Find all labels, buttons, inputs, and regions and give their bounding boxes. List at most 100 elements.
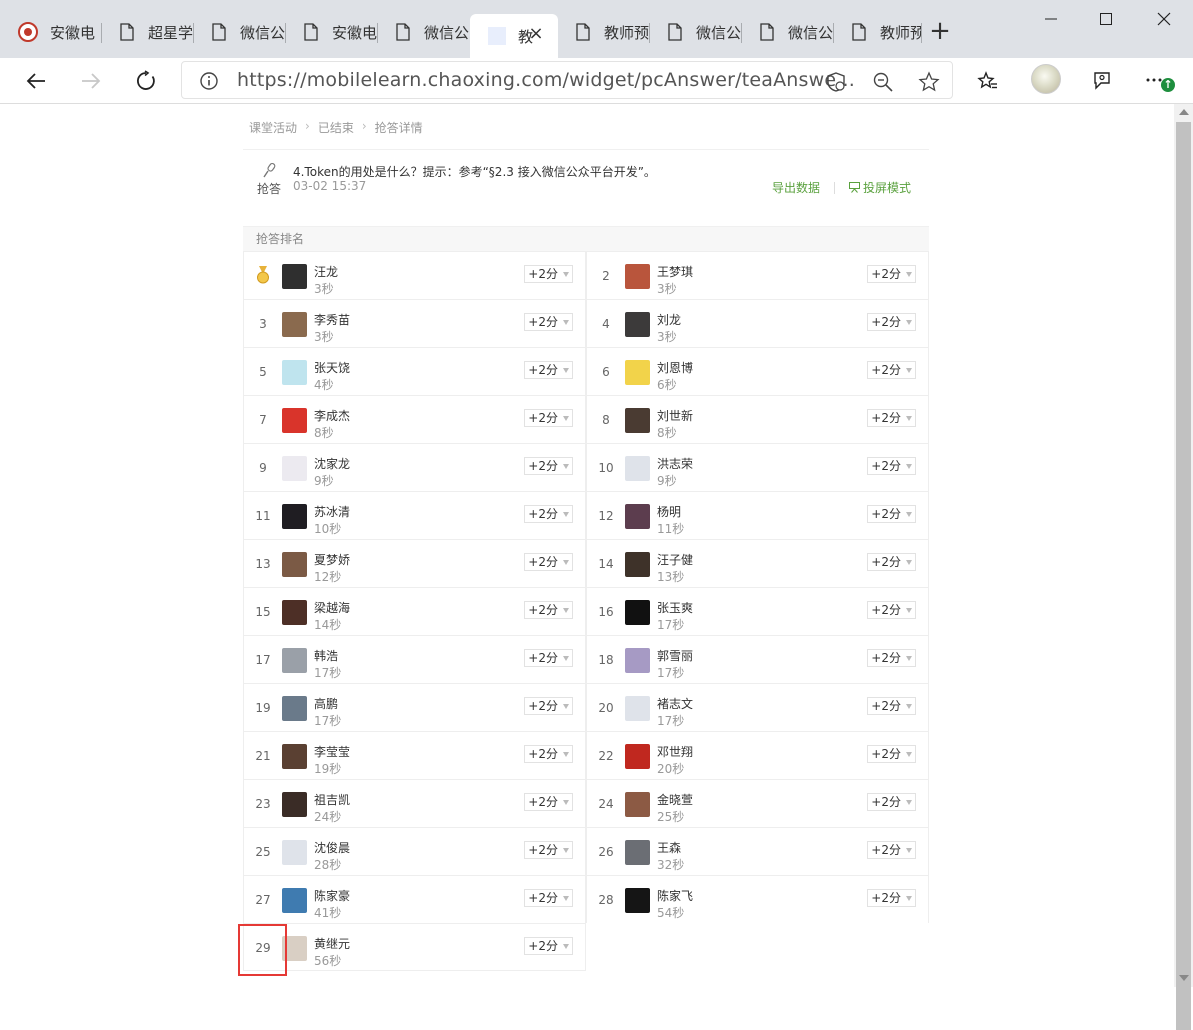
- new-tab-button[interactable]: +: [926, 17, 954, 45]
- rank-number: 4: [602, 317, 610, 331]
- browser-tab-bar: + 安徽电 超星学 微信公 安徽电 微信公教 × 教师预 微信公 微信公 教师预: [0, 0, 1193, 58]
- score-dropdown[interactable]: +2分: [524, 553, 573, 571]
- student-name: 黄继元: [314, 937, 351, 951]
- score-dropdown[interactable]: +2分: [524, 649, 573, 667]
- score-dropdown[interactable]: +2分: [524, 889, 573, 907]
- score-dropdown[interactable]: +2分: [867, 265, 916, 283]
- score-dropdown[interactable]: +2分: [867, 553, 916, 571]
- score-dropdown[interactable]: +2分: [524, 937, 573, 955]
- rank-number: 19: [255, 701, 271, 715]
- browser-tab[interactable]: 安徽电: [0, 14, 102, 50]
- ranking-item: 8 刘世新 8秒 +2分: [586, 395, 929, 443]
- profile-avatar[interactable]: [1031, 64, 1061, 94]
- score-dropdown[interactable]: +2分: [524, 457, 573, 475]
- tab-separator: [921, 23, 922, 43]
- score-dropdown[interactable]: +2分: [867, 409, 916, 427]
- feedback-button[interactable]: [1085, 64, 1119, 98]
- browser-tab[interactable]: 超星学: [102, 14, 194, 50]
- score-dropdown[interactable]: +2分: [524, 601, 573, 619]
- answer-time: 6秒: [657, 378, 677, 392]
- score-dropdown[interactable]: +2分: [524, 745, 573, 763]
- back-arrow-icon: [26, 73, 45, 89]
- score-dropdown[interactable]: +2分: [867, 361, 916, 379]
- scroll-up-icon[interactable]: [1179, 109, 1189, 115]
- score-dropdown[interactable]: +2分: [524, 841, 573, 859]
- score-dropdown[interactable]: +2分: [867, 601, 916, 619]
- rank-number: 28: [598, 893, 614, 907]
- projector-mode-link[interactable]: 投屏模式: [848, 179, 911, 196]
- student-name: 陈家豪: [314, 889, 351, 903]
- browser-tab[interactable]: 微信公: [742, 14, 834, 50]
- browser-tab[interactable]: 安徽电: [286, 14, 378, 50]
- rank-number: 25: [255, 845, 271, 859]
- score-dropdown[interactable]: +2分: [867, 793, 916, 811]
- scrollbar-thumb[interactable]: [1176, 122, 1191, 1030]
- info-icon[interactable]: [199, 71, 219, 91]
- forward-button[interactable]: [74, 64, 108, 98]
- browser-tab[interactable]: 微信公: [194, 14, 286, 50]
- score-dropdown[interactable]: +2分: [867, 889, 916, 907]
- projector-icon: [848, 182, 860, 193]
- answer-time: 20秒: [657, 762, 685, 776]
- score-dropdown[interactable]: +2分: [524, 361, 573, 379]
- tracking-prevention-icon[interactable]: [825, 71, 847, 93]
- score-dropdown[interactable]: +2分: [867, 649, 916, 667]
- export-data-link[interactable]: 导出数据: [772, 179, 820, 196]
- refresh-button[interactable]: [129, 64, 163, 98]
- score-dropdown[interactable]: +2分: [524, 265, 573, 283]
- gold-medal-icon: [244, 266, 282, 287]
- answer-time: 11秒: [657, 522, 685, 536]
- score-dropdown[interactable]: +2分: [867, 697, 916, 715]
- maximize-button[interactable]: [1077, 0, 1135, 38]
- score-dropdown[interactable]: +2分: [867, 457, 916, 475]
- avatar: [282, 648, 307, 673]
- browser-tab[interactable]: 微信公: [650, 14, 742, 50]
- url-text[interactable]: https://mobilelearn.chaoxing.com/widget/…: [237, 69, 855, 91]
- score-dropdown[interactable]: +2分: [524, 409, 573, 427]
- favorites-button[interactable]: [971, 64, 1005, 98]
- breadcrumb-ended[interactable]: 已结束: [318, 119, 354, 136]
- score-dropdown[interactable]: +2分: [524, 505, 573, 523]
- answer-time: 17秒: [314, 666, 342, 680]
- vertical-scrollbar[interactable]: [1174, 104, 1193, 1030]
- score-dropdown[interactable]: +2分: [524, 697, 573, 715]
- score-dropdown[interactable]: +2分: [524, 313, 573, 331]
- student-name: 沈家龙: [314, 457, 351, 471]
- browser-tab[interactable]: 教师预: [834, 14, 922, 50]
- browser-tab[interactable]: 教 ×: [470, 14, 558, 58]
- ranking-item: 汪龙 3秒 +2分: [243, 251, 586, 299]
- score-dropdown[interactable]: +2分: [524, 793, 573, 811]
- back-button[interactable]: [19, 64, 53, 98]
- browser-tab[interactable]: 微信公: [378, 14, 470, 50]
- answer-time: 12秒: [314, 570, 342, 584]
- minimize-button[interactable]: [1022, 0, 1080, 38]
- update-available-icon[interactable]: ↑: [1161, 78, 1175, 92]
- tab-close-icon[interactable]: ×: [528, 25, 544, 43]
- page-icon: [668, 23, 682, 41]
- score-dropdown[interactable]: +2分: [867, 745, 916, 763]
- ranking-item: 17 韩浩 17秒 +2分: [243, 635, 586, 683]
- zoom-out-icon[interactable]: [872, 71, 894, 93]
- student-name: 李秀苗: [314, 313, 351, 327]
- answer-time: 17秒: [657, 714, 685, 728]
- ranking-item: 21 李莹莹 19秒 +2分: [243, 731, 586, 779]
- ranking-item: 14 汪子健 13秒 +2分: [586, 539, 929, 587]
- rank-number: 21: [255, 749, 271, 763]
- address-bar[interactable]: https://mobilelearn.chaoxing.com/widget/…: [181, 61, 953, 99]
- scroll-down-icon[interactable]: [1179, 975, 1189, 981]
- close-window-button[interactable]: [1135, 0, 1193, 38]
- rank-number: 2: [602, 269, 610, 283]
- breadcrumb-class-activity[interactable]: 课堂活动: [249, 119, 297, 136]
- answer-time: 13秒: [657, 570, 685, 584]
- add-favorite-icon[interactable]: [918, 71, 940, 93]
- highlight-annotation-box: [238, 924, 287, 976]
- score-dropdown[interactable]: +2分: [867, 505, 916, 523]
- browser-tab[interactable]: 教师预: [558, 14, 650, 50]
- score-dropdown[interactable]: +2分: [867, 841, 916, 859]
- tab-title: 安徽电: [50, 23, 96, 42]
- feedback-icon: [1094, 72, 1110, 90]
- score-dropdown[interactable]: +2分: [867, 313, 916, 331]
- avatar: [625, 840, 650, 865]
- rank-number: 23: [255, 797, 271, 811]
- ranking-item: 2 王梦琪 3秒 +2分: [586, 251, 929, 299]
